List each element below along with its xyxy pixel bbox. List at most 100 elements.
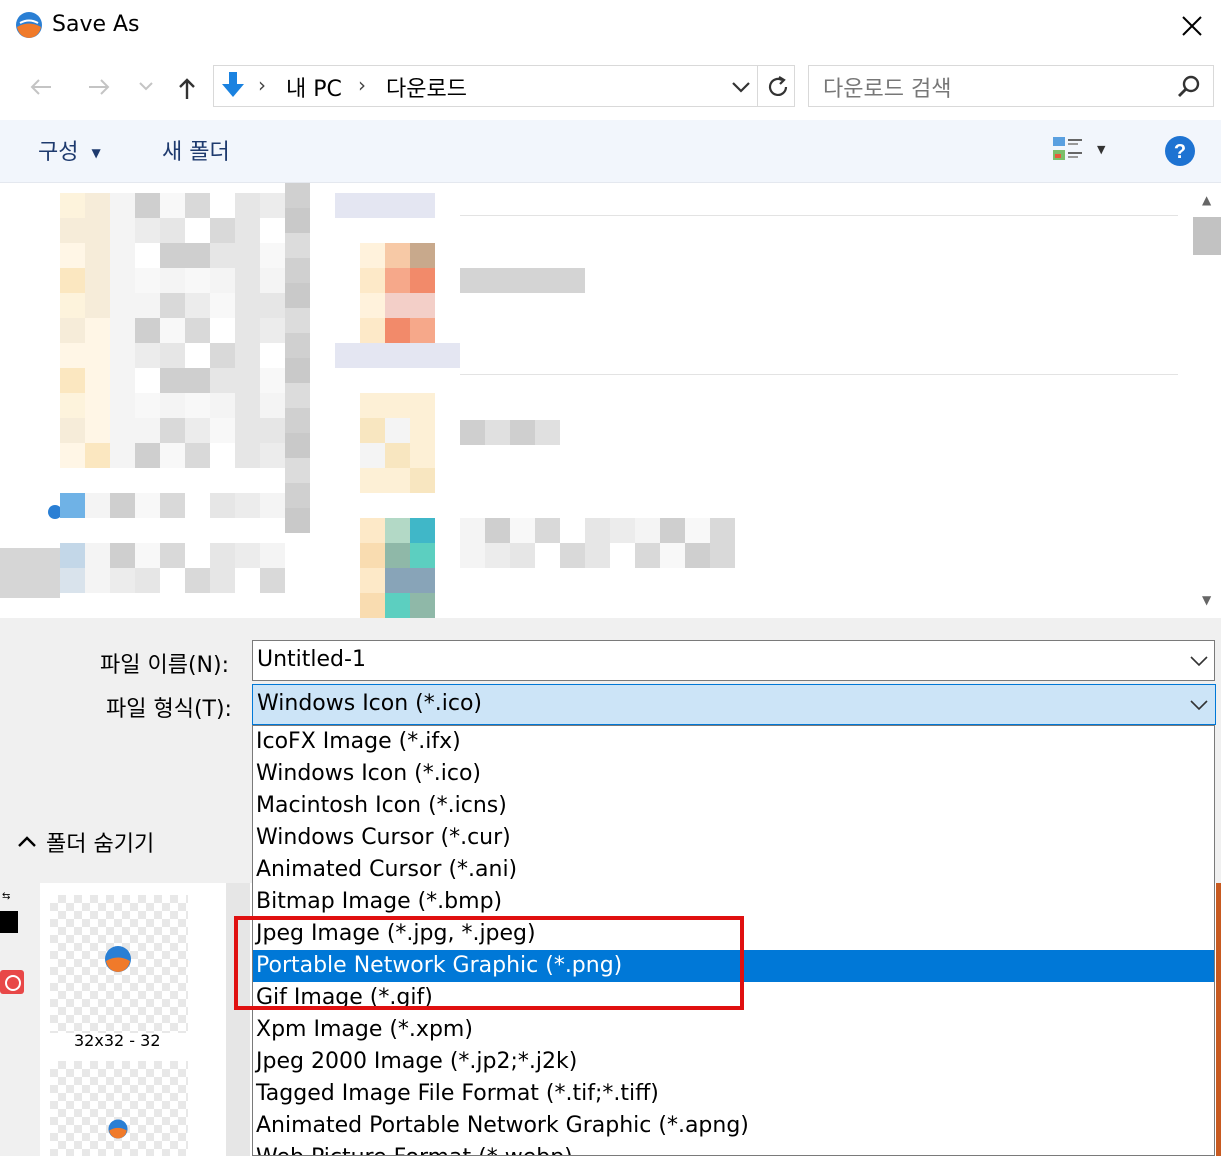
- blur-block: [335, 193, 360, 218]
- back-button[interactable]: [26, 72, 56, 102]
- blur-block: [410, 393, 435, 418]
- scrollbar-thumb[interactable]: [1193, 217, 1221, 255]
- filetype-option[interactable]: Web Picture Format (*.webp): [253, 1142, 1214, 1155]
- blur-block: [235, 293, 260, 318]
- search-placeholder: 다운로드 검색: [823, 77, 952, 102]
- blur-block: [235, 343, 260, 368]
- breadcrumb-separator-icon: ›: [358, 73, 366, 97]
- blur-block: [410, 193, 435, 218]
- refresh-button[interactable]: [763, 72, 793, 102]
- vertical-scrollbar[interactable]: ▲ ▼: [1193, 183, 1221, 618]
- download-folder-icon: [222, 72, 244, 97]
- blur-block: [60, 193, 85, 218]
- blur-block: [360, 593, 385, 618]
- blur-block: [85, 368, 110, 393]
- blur-block: [235, 268, 260, 293]
- blur-block: [360, 243, 385, 268]
- blur-block: [485, 543, 510, 568]
- new-folder-button[interactable]: 새 폴더: [162, 134, 230, 166]
- window-title: Save As: [52, 12, 140, 37]
- hide-folders-button[interactable]: 폴더 숨기기: [18, 826, 154, 858]
- blur-block: [60, 268, 85, 293]
- blur-block: [110, 493, 135, 518]
- blur-block: [110, 318, 135, 343]
- search-icon[interactable]: [1176, 74, 1202, 100]
- blur-block: [660, 518, 685, 543]
- blur-block: [85, 218, 110, 243]
- filetype-option[interactable]: IcoFX Image (*.ifx): [253, 726, 1214, 758]
- blur-block: [85, 268, 110, 293]
- help-icon[interactable]: ?: [1164, 135, 1196, 167]
- blur-block: [85, 568, 110, 593]
- blur-block: [385, 343, 410, 368]
- filetype-option[interactable]: Windows Cursor (*.cur): [253, 822, 1214, 854]
- blur-block: [235, 218, 260, 243]
- blur-block: [210, 268, 235, 293]
- blur-block: [160, 268, 185, 293]
- breadcrumb-item-this-pc[interactable]: 내 PC: [286, 71, 342, 103]
- view-dropdown-icon[interactable]: ▼: [1097, 143, 1105, 156]
- blur-block: [210, 543, 235, 568]
- blur-block: [360, 568, 385, 593]
- blur-block: [285, 283, 310, 308]
- blur-block: [360, 193, 385, 218]
- file-list-area[interactable]: [0, 183, 1221, 618]
- blur-block: [610, 518, 635, 543]
- annotation-highlight-box: [234, 916, 744, 1010]
- blur-block: [385, 243, 410, 268]
- view-options-icon[interactable]: [1052, 136, 1084, 164]
- blur-block: [485, 420, 510, 445]
- blur-block: [185, 318, 210, 343]
- filetype-option[interactable]: Tagged Image File Format (*.tif;*.tiff): [253, 1078, 1214, 1110]
- blur-block: [185, 443, 210, 468]
- app-logo-icon: [16, 12, 42, 38]
- blur-block: [260, 193, 285, 218]
- filetype-option[interactable]: Macintosh Icon (*.icns): [253, 790, 1214, 822]
- filetype-option[interactable]: Animated Cursor (*.ani): [253, 854, 1214, 886]
- filetype-option[interactable]: Jpeg 2000 Image (*.jp2;*.j2k): [253, 1046, 1214, 1078]
- foreground-color-swatch: [0, 911, 18, 933]
- blur-block: [110, 543, 135, 568]
- blur-block: [410, 443, 435, 468]
- blur-block: [160, 443, 185, 468]
- thumbnail-label: 32x32 - 32: [74, 1031, 161, 1050]
- blur-block: [60, 493, 85, 518]
- recent-locations-button[interactable]: [136, 76, 156, 96]
- icon-thumbnail[interactable]: [50, 1061, 188, 1156]
- up-button[interactable]: [172, 74, 202, 104]
- scroll-up-icon[interactable]: ▲: [1202, 193, 1211, 207]
- blur-block: [510, 268, 535, 293]
- blur-block: [260, 543, 285, 568]
- scroll-down-icon[interactable]: ▼: [1202, 593, 1211, 607]
- filetype-option[interactable]: Bitmap Image (*.bmp): [253, 886, 1214, 918]
- chevron-down-icon[interactable]: [1190, 699, 1208, 711]
- chevron-down-icon[interactable]: [1190, 655, 1208, 667]
- blur-block: [60, 568, 85, 593]
- forward-button[interactable]: [84, 72, 114, 102]
- filetype-option[interactable]: Xpm Image (*.xpm): [253, 1014, 1214, 1046]
- close-button[interactable]: [1168, 6, 1216, 46]
- blur-block: [160, 368, 185, 393]
- chevron-down-icon: [139, 82, 153, 91]
- blur-block: [85, 318, 110, 343]
- blur-block: [185, 243, 210, 268]
- blur-block: [410, 518, 435, 543]
- filetype-option[interactable]: Animated Portable Network Graphic (*.apn…: [253, 1110, 1214, 1142]
- close-icon: [1182, 16, 1202, 36]
- address-history-button[interactable]: [728, 74, 754, 100]
- blur-block: [185, 193, 210, 218]
- blur-block: [85, 243, 110, 268]
- filename-input[interactable]: [252, 640, 1215, 681]
- blur-block: [160, 418, 185, 443]
- arrow-right-icon: [89, 79, 110, 95]
- blur-block: [235, 243, 260, 268]
- breadcrumb-item-downloads[interactable]: 다운로드: [386, 71, 467, 103]
- blur-block: [60, 418, 85, 443]
- blur-block: [285, 233, 310, 258]
- blur-block: [235, 493, 260, 518]
- blur-block: [160, 243, 185, 268]
- organize-button[interactable]: 구성 ▼: [38, 134, 101, 166]
- blur-block: [85, 493, 110, 518]
- blur-block: [260, 293, 285, 318]
- filetype-option[interactable]: Windows Icon (*.ico): [253, 758, 1214, 790]
